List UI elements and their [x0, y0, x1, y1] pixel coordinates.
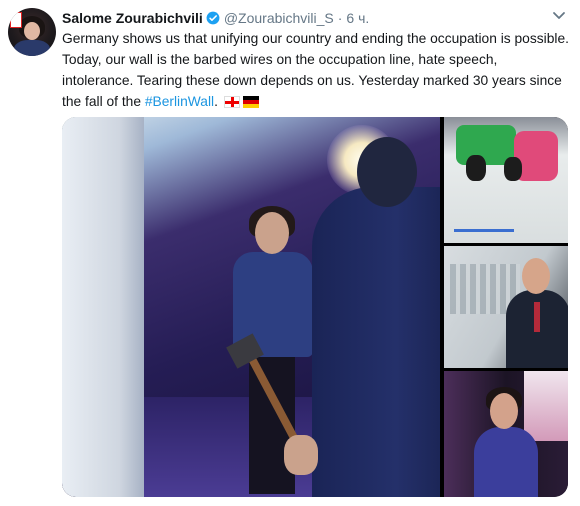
- germany-flag-icon: [242, 96, 259, 108]
- tweet-header: Salome Zourabichvili @Zourabichvili_S · …: [62, 9, 369, 27]
- photo-hammer-wall[interactable]: [62, 117, 440, 497]
- tweet-body: Germany shows us that unifying our count…: [62, 31, 569, 109]
- flag-emojis: [223, 96, 259, 108]
- avatar[interactable]: [8, 8, 56, 56]
- media-grid: [62, 117, 568, 497]
- timestamp[interactable]: 6 ч.: [346, 10, 369, 26]
- photo-graffiti-wall[interactable]: [444, 117, 568, 243]
- tweet-punctuation: .: [214, 94, 218, 109]
- separator: ·: [337, 10, 343, 26]
- author-name[interactable]: Salome Zourabichvili: [62, 10, 203, 26]
- chevron-down-icon[interactable]: [552, 11, 566, 21]
- tweet-text: Germany shows us that unifying our count…: [62, 28, 572, 112]
- photo-speaker-woman[interactable]: [444, 371, 568, 497]
- author-handle[interactable]: @Zourabichvili_S: [224, 10, 334, 26]
- georgia-flag-icon: [223, 96, 240, 108]
- hashtag-berlinwall[interactable]: #BerlinWall: [145, 94, 214, 109]
- verified-badge-icon: [206, 11, 220, 25]
- tweet: Salome Zourabichvili @Zourabichvili_S · …: [0, 0, 580, 506]
- photo-speaker-man[interactable]: [444, 246, 568, 368]
